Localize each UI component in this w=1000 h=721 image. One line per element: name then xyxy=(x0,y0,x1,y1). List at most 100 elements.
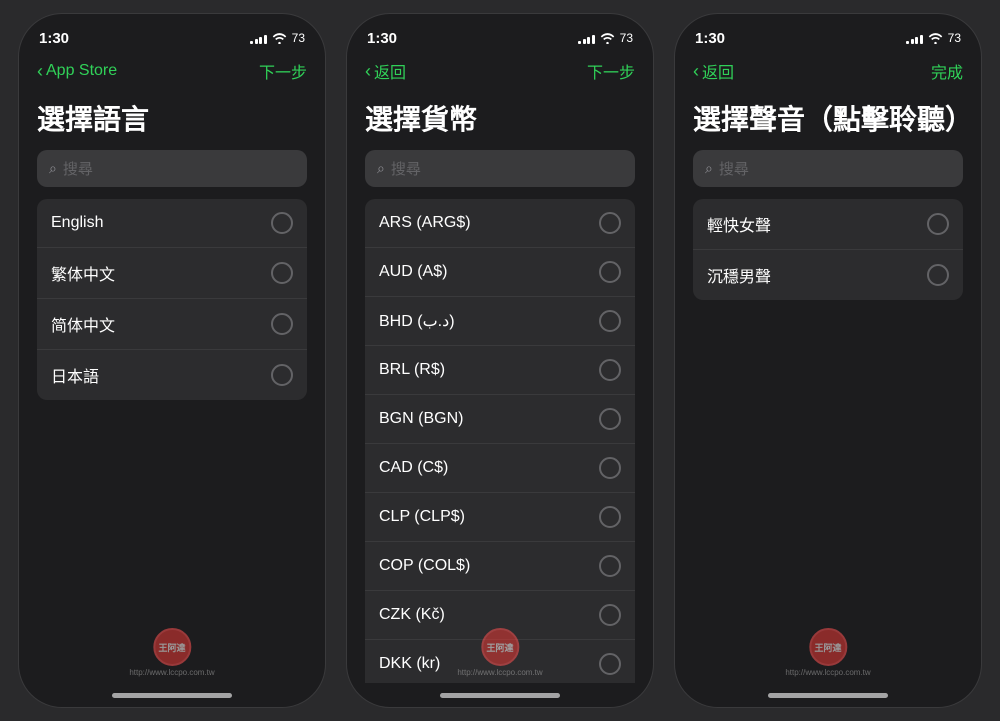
nav-back-3[interactable]: ‹ 返回 xyxy=(693,59,734,83)
signal-icon-3 xyxy=(906,33,923,44)
list-item[interactable]: AUD (A$) xyxy=(365,248,635,297)
search-icon-3: ⌕ xyxy=(705,160,713,177)
currency-radio-6[interactable] xyxy=(599,506,621,528)
phone-voice: 1:30 73 ‹ 返回 完成 選擇 xyxy=(674,13,982,708)
nav-back-1[interactable]: ‹ App Store xyxy=(37,61,117,82)
status-icons-3: 73 xyxy=(906,31,961,45)
signal-icon-2 xyxy=(578,33,595,44)
nav-next-2[interactable]: 下一步 xyxy=(587,59,635,83)
currency-radio-7[interactable] xyxy=(599,555,621,577)
home-indicator-2 xyxy=(347,683,653,707)
language-list: English 繁体中文 简体中文 日本語 xyxy=(37,199,307,400)
language-item-text-0: English xyxy=(51,214,103,232)
watermark-logo-1: 王阿達 xyxy=(153,628,191,666)
search-bar-3[interactable]: ⌕ 搜尋 xyxy=(693,150,963,187)
currency-radio-1[interactable] xyxy=(599,261,621,283)
home-bar-1 xyxy=(112,693,232,698)
list-item[interactable]: BRL (R$) xyxy=(365,346,635,395)
language-item-text-3: 日本語 xyxy=(51,363,99,387)
list-item[interactable]: 繁体中文 xyxy=(37,248,307,299)
currency-list: ARS (ARG$) AUD (A$) BHD (د.ب) BRL (R$) xyxy=(365,199,635,683)
list-item[interactable]: 沉穩男聲 xyxy=(693,250,963,300)
currency-radio-4[interactable] xyxy=(599,408,621,430)
radio-circle-2[interactable] xyxy=(271,313,293,335)
phone3-content: 選擇聲音（點擊聆聽） ⌕ 搜尋 輕快女聲 沉穩男聲 xyxy=(675,90,981,683)
nav-back-label-3: 返回 xyxy=(702,59,734,83)
page-title-3: 選擇聲音（點擊聆聽） xyxy=(675,98,981,150)
currency-item-0: ARS (ARG$) xyxy=(379,214,471,232)
currency-item-4: BGN (BGN) xyxy=(379,410,463,428)
phone-currency: 1:30 73 ‹ 返回 下一步 選 xyxy=(346,13,654,708)
language-list-container: English 繁体中文 简体中文 日本語 xyxy=(19,199,325,683)
search-icon-2: ⌕ xyxy=(377,160,385,177)
search-icon-1: ⌕ xyxy=(49,160,57,177)
radio-circle-3[interactable] xyxy=(271,364,293,386)
list-item[interactable]: CAD (C$) xyxy=(365,444,635,493)
status-icons-1: 73 xyxy=(250,31,305,45)
voice-radio-0[interactable] xyxy=(927,213,949,235)
voice-radio-1[interactable] xyxy=(927,264,949,286)
back-arrow-1: ‹ xyxy=(37,61,43,82)
voice-list: 輕快女聲 沉穩男聲 xyxy=(693,199,963,300)
phone1-content: 選擇語言 ⌕ 搜尋 English 繁体中文 简体中文 xyxy=(19,90,325,683)
watermark-url-2: http://www.lccpo.com.tw xyxy=(457,668,542,677)
wifi-icon-1 xyxy=(272,33,287,44)
back-arrow-2: ‹ xyxy=(365,61,371,82)
search-placeholder-1: 搜尋 xyxy=(63,158,93,179)
radio-circle-0[interactable] xyxy=(271,212,293,234)
list-item[interactable]: ARS (ARG$) xyxy=(365,199,635,248)
nav-bar-1: ‹ App Store 下一步 xyxy=(19,54,325,90)
battery-icon-2: 73 xyxy=(620,31,633,45)
currency-radio-3[interactable] xyxy=(599,359,621,381)
page-title-2: 選擇貨幣 xyxy=(347,98,653,150)
nav-back-label-1: App Store xyxy=(46,62,117,80)
search-placeholder-2: 搜尋 xyxy=(391,158,421,179)
currency-radio-5[interactable] xyxy=(599,457,621,479)
nav-next-1[interactable]: 下一步 xyxy=(259,59,307,83)
search-bar-1[interactable]: ⌕ 搜尋 xyxy=(37,150,307,187)
currency-item-3: BRL (R$) xyxy=(379,361,445,379)
currency-radio-2[interactable] xyxy=(599,310,621,332)
list-item[interactable]: 輕快女聲 xyxy=(693,199,963,250)
voice-item-1: 沉穩男聲 xyxy=(707,263,771,287)
list-item[interactable]: 简体中文 xyxy=(37,299,307,350)
home-bar-2 xyxy=(440,693,560,698)
signal-icon-1 xyxy=(250,33,267,44)
home-indicator-1 xyxy=(19,683,325,707)
currency-radio-0[interactable] xyxy=(599,212,621,234)
currency-item-5: CAD (C$) xyxy=(379,459,448,477)
phone2-content: 選擇貨幣 ⌕ 搜尋 ARS (ARG$) AUD (A$) BHD (د. xyxy=(347,90,653,683)
nav-back-2[interactable]: ‹ 返回 xyxy=(365,59,406,83)
list-item[interactable]: BGN (BGN) xyxy=(365,395,635,444)
watermark-3: 王阿達 http://www.lccpo.com.tw xyxy=(785,628,870,677)
phones-container: 1:30 73 ‹ App Store 下一步 xyxy=(0,0,1000,721)
watermark-2: 王阿達 http://www.lccpo.com.tw xyxy=(457,628,542,677)
radio-circle-1[interactable] xyxy=(271,262,293,284)
currency-list-container: ARS (ARG$) AUD (A$) BHD (د.ب) BRL (R$) xyxy=(347,199,653,683)
home-bar-3 xyxy=(768,693,888,698)
list-item[interactable]: English xyxy=(37,199,307,248)
list-item[interactable]: 日本語 xyxy=(37,350,307,400)
watermark-logo-3: 王阿達 xyxy=(809,628,847,666)
phone-language: 1:30 73 ‹ App Store 下一步 xyxy=(18,13,326,708)
language-item-text-1: 繁体中文 xyxy=(51,261,115,285)
status-bar-2: 1:30 73 xyxy=(347,14,653,54)
search-placeholder-3: 搜尋 xyxy=(719,158,749,179)
list-item[interactable]: CLP (CLP$) xyxy=(365,493,635,542)
voice-list-container: 輕快女聲 沉穩男聲 xyxy=(675,199,981,683)
currency-item-7: COP (COL$) xyxy=(379,557,470,575)
currency-radio-8[interactable] xyxy=(599,604,621,626)
nav-next-3[interactable]: 完成 xyxy=(931,59,963,83)
currency-item-2: BHD (د.ب) xyxy=(379,311,455,331)
watermark-url-3: http://www.lccpo.com.tw xyxy=(785,668,870,677)
search-bar-2[interactable]: ⌕ 搜尋 xyxy=(365,150,635,187)
status-bar-3: 1:30 73 xyxy=(675,14,981,54)
currency-radio-9[interactable] xyxy=(599,653,621,675)
list-item[interactable]: COP (COL$) xyxy=(365,542,635,591)
status-time-1: 1:30 xyxy=(39,30,69,47)
nav-bar-2: ‹ 返回 下一步 xyxy=(347,54,653,90)
list-item[interactable]: BHD (د.ب) xyxy=(365,297,635,346)
language-item-text-2: 简体中文 xyxy=(51,312,115,336)
status-icons-2: 73 xyxy=(578,31,633,45)
wifi-icon-3 xyxy=(928,33,943,44)
